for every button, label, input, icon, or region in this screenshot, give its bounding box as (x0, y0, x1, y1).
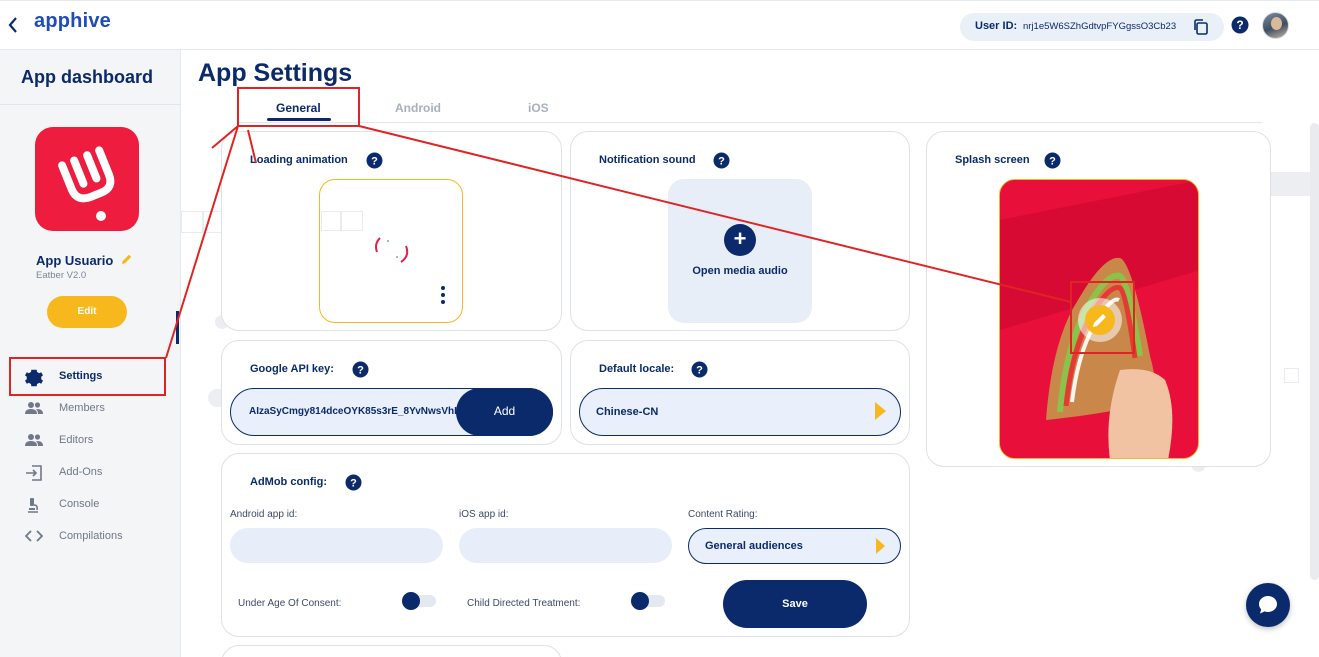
ios-app-id-label: iOS app id: (459, 509, 509, 520)
editors-icon (25, 433, 43, 449)
placeholder-square (181, 211, 203, 233)
under-age-consent-toggle[interactable] (402, 592, 436, 610)
help-icon[interactable]: ? (366, 152, 383, 169)
child-directed-label: Child Directed Treatment: (467, 598, 581, 609)
app-icon (35, 127, 139, 231)
google-api-key-value: AIzaSyCmgy814dceOYK85s3rE_8YvNwsVhLx2 (249, 406, 472, 417)
sidebar-item-settings[interactable]: Settings (0, 361, 175, 393)
svg-text:?: ? (371, 156, 378, 168)
add-api-key-button[interactable]: Add (456, 388, 553, 436)
tab-general[interactable]: General (276, 101, 321, 115)
sidebar-item-editors[interactable]: Editors (0, 425, 175, 457)
tabs-divider (238, 122, 1262, 123)
placeholder-square (321, 211, 341, 231)
svg-text:?: ? (696, 365, 703, 377)
admob-config-label: AdMob config: (250, 476, 327, 488)
save-button[interactable]: Save (723, 580, 867, 628)
splash-screen-label: Splash screen (955, 154, 1030, 166)
under-age-consent-label: Under Age Of Consent: (238, 598, 342, 609)
dashboard-title: App dashboard (20, 67, 153, 87)
sidebar-item-label: Compilations (59, 530, 123, 542)
notification-sound-label: Notification sound (599, 154, 696, 166)
scrollbar[interactable] (1310, 123, 1319, 580)
members-icon (25, 401, 43, 417)
splash-screen-image[interactable] (999, 179, 1199, 459)
toggle-knob (631, 592, 649, 610)
chat-bubble-icon (1259, 596, 1277, 614)
tab-android[interactable]: Android (395, 101, 441, 115)
svg-text:?: ? (350, 478, 357, 490)
sidebar: App dashboard App Usuario Eatber V2.0 Ed… (0, 50, 181, 657)
pencil-icon[interactable] (120, 253, 133, 271)
user-id-label: User ID: (975, 20, 1018, 32)
dropdown-arrow-icon (876, 538, 885, 554)
sidebar-divider (0, 104, 181, 105)
sidebar-item-members[interactable]: Members (0, 393, 175, 425)
content-rating-select[interactable]: General audiences (688, 528, 901, 564)
tab-ios[interactable]: iOS (528, 101, 549, 115)
spinner-icon (375, 237, 409, 263)
sidebar-item-label: Settings (59, 370, 103, 382)
sidebar-item-label: Members (59, 402, 105, 414)
svg-text:?: ? (1236, 18, 1243, 32)
svg-text:?: ? (1049, 156, 1056, 168)
app-version: Eatber V2.0 (36, 270, 87, 281)
dropdown-arrow-icon (875, 402, 886, 420)
content-rating-value: General audiences (705, 540, 803, 552)
next-card (221, 645, 562, 657)
addons-icon (25, 465, 43, 481)
page-title: App Settings (198, 59, 353, 87)
placeholder-square (1284, 368, 1299, 383)
sidebar-item-addons[interactable]: Add-Ons (0, 457, 175, 489)
default-locale-select[interactable]: Chinese-CN (579, 388, 901, 436)
help-icon[interactable]: ? (1044, 152, 1061, 169)
svg-text:?: ? (357, 365, 364, 377)
more-options-icon[interactable] (441, 285, 445, 307)
microscope-icon (25, 497, 43, 513)
placeholder-square (341, 211, 363, 231)
sidebar-item-compilations[interactable]: Compilations (0, 521, 175, 553)
content-rating-label: Content Rating: (688, 509, 758, 520)
help-icon[interactable]: ? (691, 361, 708, 378)
open-media-audio-label: Open media audio (692, 265, 788, 277)
android-app-id-input[interactable] (230, 528, 443, 563)
active-tab-underline (267, 118, 331, 121)
plus-icon[interactable]: + (724, 224, 756, 256)
top-bar: apphive User ID: nrj1e5W6SZhGdtvpFYGgssO… (0, 0, 1319, 50)
user-id-value: nrj1e5W6SZhGdtvpFYGgssO3Cb23 (1023, 21, 1177, 32)
toggle-knob (402, 592, 420, 610)
chat-button[interactable] (1246, 583, 1290, 627)
sidebar-item-label: Console (59, 498, 100, 510)
ios-app-id-input[interactable] (459, 528, 672, 563)
loading-animation-label: Loading animation (250, 154, 348, 166)
default-locale-label: Default locale: (599, 363, 675, 375)
sidebar-item-console[interactable]: Console (0, 489, 175, 521)
android-app-id-label: Android app id: (230, 509, 298, 520)
help-icon[interactable]: ? (1231, 16, 1249, 39)
help-icon[interactable]: ? (345, 474, 362, 491)
help-icon[interactable]: ? (713, 152, 730, 169)
sidebar-item-label: Add-Ons (59, 466, 103, 478)
app-logo[interactable]: apphive (34, 10, 111, 33)
sidebar-active-indicator (176, 311, 179, 344)
edit-app-button[interactable]: Edit (47, 296, 127, 328)
sidebar-item-label: Editors (59, 434, 94, 446)
placeholder-square (203, 211, 223, 233)
user-id-pill: User ID: nrj1e5W6SZhGdtvpFYGgssO3Cb23 (960, 13, 1224, 41)
svg-text:?: ? (718, 156, 725, 168)
gear-icon (25, 369, 43, 387)
default-locale-value: Chinese-CN (596, 406, 659, 418)
copy-icon[interactable] (1192, 18, 1210, 36)
code-icon (24, 529, 44, 545)
google-api-label: Google API key: (250, 363, 334, 375)
app-name: App Usuario (36, 253, 114, 268)
child-directed-toggle[interactable] (631, 592, 665, 610)
user-avatar[interactable] (1262, 12, 1289, 39)
help-icon[interactable]: ? (352, 361, 369, 378)
back-icon[interactable] (6, 13, 26, 37)
